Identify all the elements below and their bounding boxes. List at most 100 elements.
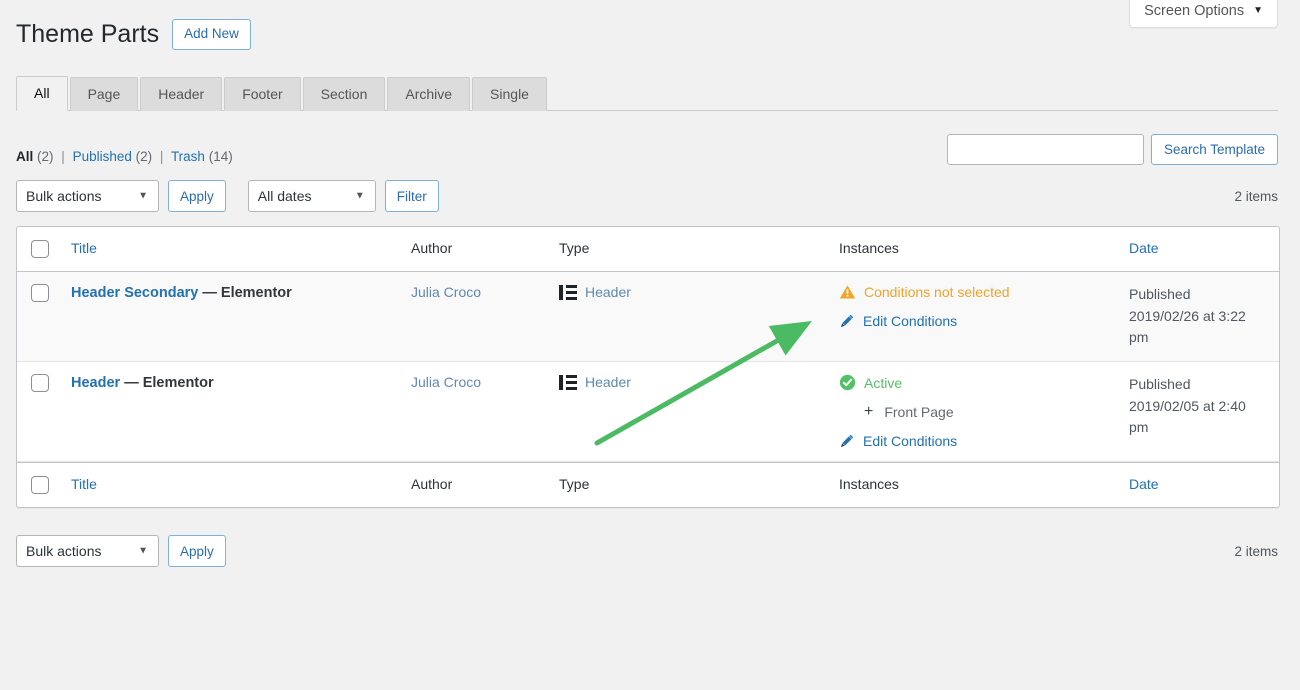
apply-button-bottom[interactable]: Apply bbox=[168, 535, 226, 567]
tab-all[interactable]: All bbox=[16, 76, 68, 111]
row-title-cell: Header — Elementor bbox=[61, 362, 401, 463]
tab-footer[interactable]: Footer bbox=[224, 77, 301, 111]
wordpress-admin-screen: Screen Options ▼ Theme Parts Add New All… bbox=[0, 0, 1300, 690]
status-count-published: (2) bbox=[135, 149, 153, 164]
status-filter-links: All (2) | Published (2) | Trash (14) bbox=[16, 149, 233, 164]
column-footer-instances: Instances bbox=[829, 462, 1119, 507]
select-all-header bbox=[17, 227, 61, 272]
row-title-suffix: — Elementor bbox=[120, 375, 214, 392]
chevron-down-icon: ▼ bbox=[1253, 5, 1263, 16]
items-count-top: 2 items bbox=[1234, 188, 1278, 204]
row-date-cell: Published 2019/02/05 at 2:40 pm bbox=[1119, 362, 1279, 463]
row-checkbox[interactable] bbox=[31, 374, 49, 393]
table-body: Header Secondary — Elementor Julia Croco H… bbox=[17, 272, 1279, 463]
add-new-button[interactable]: Add New bbox=[172, 18, 251, 50]
row-author-cell: Julia Croco bbox=[401, 272, 549, 363]
post-type-tabs: All Page Header Footer Section Archive Single bbox=[16, 69, 1278, 111]
edit-conditions-row: Edit Conditions bbox=[839, 433, 1109, 449]
row-title: Header Secondary — Elementor bbox=[71, 285, 292, 301]
select-all-footer bbox=[17, 462, 61, 507]
select-all-checkbox-bottom[interactable] bbox=[31, 476, 49, 495]
column-footer-date[interactable]: Date bbox=[1119, 462, 1279, 507]
screen-options-button[interactable]: Screen Options ▼ bbox=[1129, 0, 1278, 28]
row-author-cell: Julia Croco bbox=[401, 362, 549, 463]
tab-single[interactable]: Single bbox=[472, 77, 547, 111]
page-title: Theme Parts bbox=[16, 20, 160, 48]
status-link-all[interactable]: All bbox=[16, 149, 33, 164]
row-instances-cell: Active + Front Page Edit Conditions bbox=[829, 362, 1119, 463]
status-link-trash[interactable]: Trash bbox=[171, 149, 205, 164]
column-header-date[interactable]: Date bbox=[1119, 227, 1279, 272]
search-input[interactable] bbox=[946, 134, 1144, 165]
select-all-checkbox-top[interactable] bbox=[31, 240, 49, 258]
edit-conditions-link[interactable]: Edit Conditions bbox=[863, 433, 957, 449]
row-date: Published 2019/02/26 at 3:22 pm bbox=[1129, 284, 1269, 349]
check-circle-icon bbox=[839, 374, 856, 391]
tab-header[interactable]: Header bbox=[140, 77, 223, 111]
bulk-actions-select-bottom[interactable]: Bulk actionsEditMove to Trash bbox=[16, 535, 159, 567]
apply-button-top[interactable]: Apply bbox=[168, 180, 226, 212]
column-header-title[interactable]: Title bbox=[61, 227, 401, 272]
column-footer-title[interactable]: Title bbox=[61, 462, 401, 507]
row-date-status: Published bbox=[1129, 376, 1191, 393]
row-status: Conditions not selected bbox=[839, 284, 1109, 300]
column-header-type: Type bbox=[549, 227, 829, 272]
warning-triangle-icon bbox=[839, 285, 856, 299]
condition-item: + Front Page bbox=[864, 403, 1109, 421]
row-type: Header bbox=[559, 374, 819, 390]
row-checkbox[interactable] bbox=[31, 284, 49, 302]
row-title-link[interactable]: Header bbox=[71, 375, 120, 391]
row-title-link[interactable]: Header Secondary bbox=[71, 285, 198, 301]
row-title: Header — Elementor bbox=[71, 375, 214, 391]
row-author-link[interactable]: Julia Croco bbox=[411, 374, 481, 390]
search-form: Search Template bbox=[946, 134, 1278, 165]
condition-label: Front Page bbox=[884, 404, 954, 421]
bulk-actions-select-bottom-wrap: Bulk actionsEditMove to Trash ▼ bbox=[16, 535, 159, 567]
row-type-link[interactable]: Header bbox=[585, 284, 631, 300]
page-header: Theme Parts Add New bbox=[16, 18, 251, 51]
bulk-actions-select-top[interactable]: Bulk actionsEditMove to Trash bbox=[16, 180, 159, 212]
table-row: Header Secondary — Elementor Julia Croco H… bbox=[17, 272, 1279, 363]
table-foot: Title Author Type Instances Date bbox=[17, 462, 1279, 507]
tab-section[interactable]: Section bbox=[302, 77, 386, 111]
pencil-icon bbox=[840, 314, 854, 328]
table-head: Title Author Type Instances Date bbox=[17, 227, 1279, 272]
status-separator-1: | bbox=[61, 149, 65, 164]
row-type-link[interactable]: Header bbox=[585, 374, 631, 390]
row-author-link[interactable]: Julia Croco bbox=[411, 284, 481, 300]
theme-parts-table: Title Author Type Instances Date Header … bbox=[16, 226, 1280, 509]
row-date-cell: Published 2019/02/26 at 3:22 pm bbox=[1119, 272, 1279, 363]
header-part-icon bbox=[559, 374, 577, 390]
row-title-cell: Header Secondary — Elementor bbox=[61, 272, 401, 363]
tablenav-bottom: Bulk actionsEditMove to Trash ▼ Apply 2 … bbox=[16, 535, 1278, 567]
row-instances-cell: Conditions not selected Edit Conditions bbox=[829, 272, 1119, 363]
plus-icon: + bbox=[864, 403, 874, 421]
items-count-bottom: 2 items bbox=[1234, 543, 1278, 559]
row-type-cell: Header bbox=[549, 362, 829, 463]
row-status-text: Conditions not selected bbox=[864, 284, 1010, 300]
status-link-published[interactable]: Published bbox=[73, 149, 132, 164]
row-status: Active bbox=[839, 374, 1109, 391]
status-count-trash: (14) bbox=[208, 149, 233, 164]
filter-button[interactable]: Filter bbox=[384, 180, 439, 212]
column-header-author: Author bbox=[401, 227, 549, 272]
search-template-button[interactable]: Search Template bbox=[1150, 134, 1278, 165]
status-count-all: (2) bbox=[37, 149, 54, 164]
tab-page[interactable]: Page bbox=[69, 77, 139, 111]
dates-select[interactable]: All datesFebruary 2019 bbox=[247, 180, 376, 212]
table-header-row: Title Author Type Instances Date bbox=[17, 227, 1279, 272]
pencil-icon bbox=[840, 434, 854, 448]
row-date-value: 2019/02/05 at 2:40 pm bbox=[1129, 397, 1246, 436]
edit-conditions-link[interactable]: Edit Conditions bbox=[863, 313, 957, 329]
row-type: Header bbox=[559, 284, 819, 300]
table-footer-row: Title Author Type Instances Date bbox=[17, 462, 1279, 507]
tab-archive[interactable]: Archive bbox=[387, 77, 471, 111]
row-date-status: Published bbox=[1129, 286, 1191, 302]
column-header-instances: Instances bbox=[829, 227, 1119, 272]
row-date: Published 2019/02/05 at 2:40 pm bbox=[1129, 374, 1269, 439]
row-select-cell bbox=[17, 272, 61, 363]
status-separator-2: | bbox=[159, 149, 164, 164]
column-footer-type: Type bbox=[549, 462, 829, 507]
edit-conditions-row: Edit Conditions bbox=[839, 313, 1109, 329]
header-part-icon bbox=[559, 284, 577, 300]
